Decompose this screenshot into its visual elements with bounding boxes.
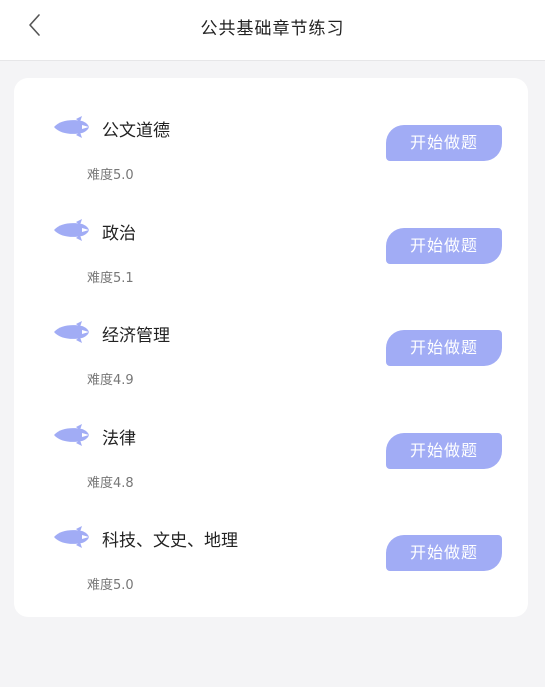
chapter-name: 政治 (102, 224, 136, 244)
difficulty-label: 难度5.0 (87, 578, 134, 593)
list-item: 法律 难度4.8 开始做题 (14, 386, 528, 491)
chapter-name: 经济管理 (102, 326, 170, 346)
start-practice-button[interactable]: 开始做题 (386, 125, 502, 161)
chapter-name: 科技、文史、地理 (102, 531, 238, 551)
start-practice-button[interactable]: 开始做题 (386, 535, 502, 571)
chapter-name: 法律 (102, 429, 136, 449)
rocket-icon (52, 321, 90, 343)
chapter-name: 公文道德 (102, 121, 170, 141)
start-practice-button[interactable]: 开始做题 (386, 330, 502, 366)
page-title: 公共基础章节练习 (200, 19, 345, 39)
chapter-list-card: 公文道德 难度5.0 开始做题 政治 难度5.1 开始做题 经济管理 难度4.9… (14, 78, 528, 617)
list-item: 政治 难度5.1 开始做题 (14, 181, 528, 286)
list-item: 科技、文史、地理 难度5.0 开始做题 (14, 488, 528, 593)
rocket-icon (52, 424, 90, 446)
list-item: 经济管理 难度4.9 开始做题 (14, 283, 528, 388)
rocket-icon (52, 116, 90, 138)
start-practice-button[interactable]: 开始做题 (386, 228, 502, 264)
list-item: 公文道德 难度5.0 开始做题 (14, 78, 528, 183)
start-practice-button[interactable]: 开始做题 (386, 433, 502, 469)
header-bar: 公共基础章节练习 (0, 0, 545, 61)
rocket-icon (52, 219, 90, 241)
rocket-icon (52, 526, 90, 548)
